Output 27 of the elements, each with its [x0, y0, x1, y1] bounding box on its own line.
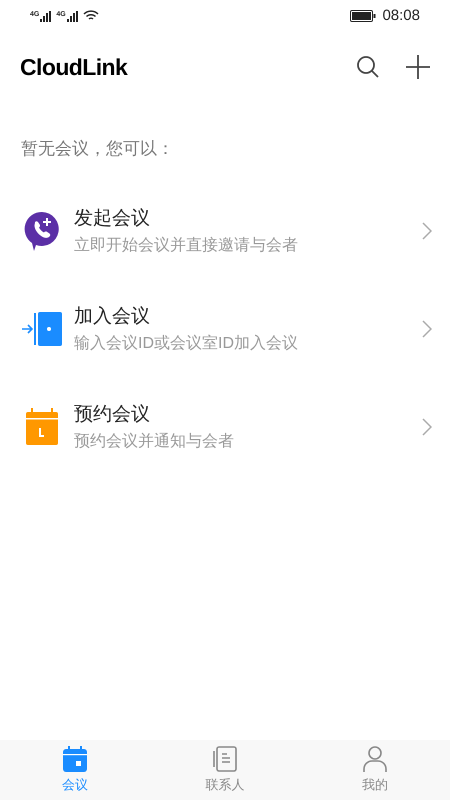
- action-description: 立即开始会议并直接邀请与会者: [74, 238, 299, 254]
- action-description: 输入会议ID或会议室ID加入会议: [74, 336, 299, 352]
- chevron-right-icon: [422, 222, 432, 240]
- action-item[interactable]: 预约会议 预约会议并通知与会者: [0, 378, 450, 476]
- phone-plus-icon: [24, 211, 60, 251]
- calendar-clock-icon: [25, 408, 59, 446]
- signal-icon: [66, 10, 79, 22]
- battery-icon: [350, 10, 376, 22]
- calendar-icon: [63, 746, 87, 772]
- add-button[interactable]: [406, 55, 430, 79]
- signal-icon: [40, 10, 52, 22]
- clock-time: 08:08: [382, 6, 420, 26]
- wifi-icon: [82, 10, 99, 22]
- action-title: 发起会议: [74, 208, 151, 228]
- empty-hint: 暂无会议，您可以：: [21, 139, 174, 158]
- address-book-icon: [213, 746, 237, 772]
- chevron-right-icon: [422, 418, 432, 436]
- chevron-right-icon: [422, 320, 432, 338]
- action-item[interactable]: 加入会议 输入会议ID或会议室ID加入会议: [0, 280, 450, 378]
- door-enter-icon: [21, 311, 63, 347]
- person-icon: [363, 746, 387, 772]
- search-button[interactable]: [356, 55, 380, 79]
- action-title: 加入会议: [74, 306, 151, 326]
- app-logo: CloudLink: [20, 52, 128, 82]
- action-title: 预约会议: [74, 404, 151, 424]
- action-description: 预约会议并通知与会者: [74, 434, 235, 450]
- action-item[interactable]: 发起会议 立即开始会议并直接邀请与会者: [0, 182, 450, 280]
